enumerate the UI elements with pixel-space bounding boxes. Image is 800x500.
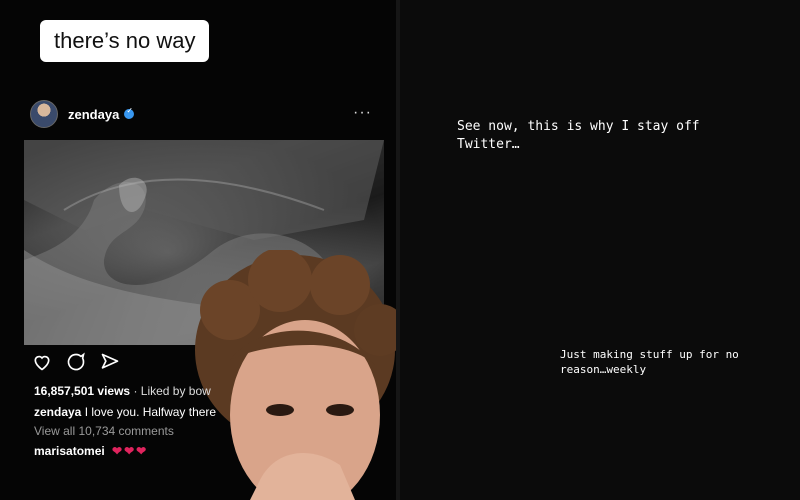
creator-face	[195, 250, 400, 500]
video-caption: there’s no way	[40, 20, 210, 62]
view-comments-link[interactable]: View all 10,734 comments	[34, 424, 174, 438]
share-icon[interactable]	[100, 352, 120, 372]
avatar[interactable]	[30, 100, 58, 128]
post-header: zendaya ···	[30, 100, 380, 128]
post-caption: zendaya I love you. Halfway there	[34, 405, 216, 419]
comment-row: marisatomei ❤❤❤	[34, 444, 148, 458]
liked-by[interactable]: · Liked by bow	[133, 384, 210, 398]
post-username[interactable]: zendaya	[68, 107, 119, 122]
comment-hearts: ❤❤❤	[112, 444, 149, 458]
more-icon[interactable]: ···	[353, 104, 372, 122]
right-panel: See now, this is why I stay off Twitter……	[400, 0, 800, 500]
views-line: 16,857,501 views · Liked by bow	[34, 384, 211, 398]
views-count: 16,857,501 views	[34, 384, 131, 398]
post-actions	[32, 352, 132, 374]
caption-username[interactable]: zendaya	[34, 405, 81, 419]
caption-text: I love you. Halfway there	[84, 405, 217, 419]
comment-icon[interactable]	[66, 352, 86, 372]
verified-icon	[124, 106, 135, 119]
heart-icon[interactable]	[32, 352, 52, 372]
left-panel: there’s no way zendaya ···	[0, 0, 400, 500]
story-text-bottom: Just making stuff up for no reason…weekl…	[560, 348, 739, 376]
commenter-username[interactable]: marisatomei	[34, 444, 105, 458]
story-text-top: See now, this is why I stay off Twitter…	[457, 119, 700, 152]
